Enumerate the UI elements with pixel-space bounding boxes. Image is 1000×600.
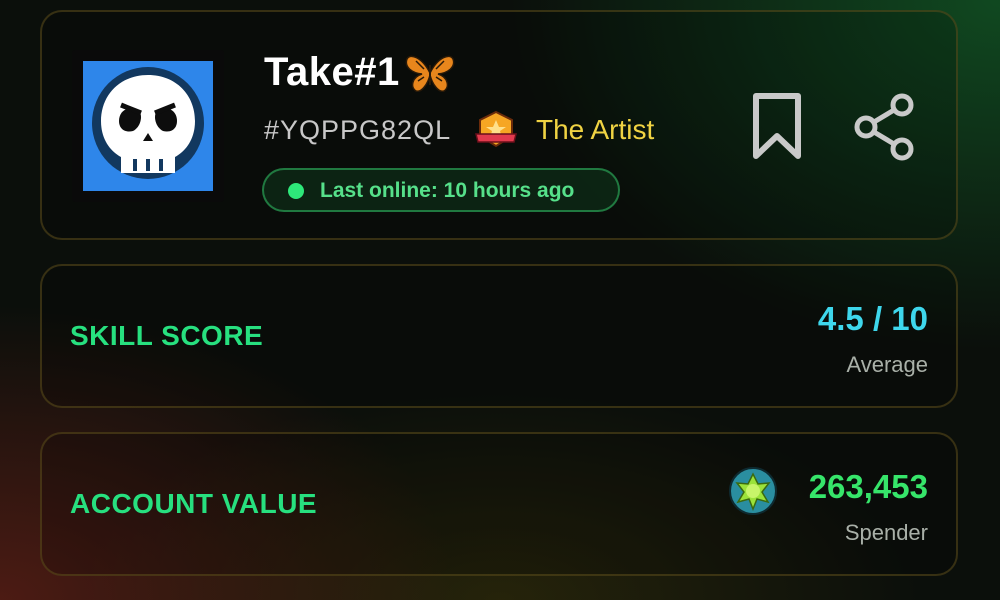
account-value-label: ACCOUNT VALUE <box>70 488 318 519</box>
last-online-badge: Last online: 10 hours ago <box>262 168 620 212</box>
gem-icon <box>729 467 777 515</box>
skill-score-value: 4.5 / 10 <box>817 300 928 337</box>
player-title: The Artist <box>536 114 655 145</box>
account-value-tier: Spender <box>844 520 928 545</box>
skull-icon <box>92 67 204 179</box>
skill-score-card: SKILL SCORE 4.5 / 10 Average <box>40 264 958 408</box>
player-tag: #YQPPG82QL <box>264 115 452 145</box>
share-icon[interactable] <box>852 92 916 162</box>
account-value-card: ACCOUNT VALUE 263,453 Spender <box>40 432 958 576</box>
online-status-dot <box>288 183 304 199</box>
avatar <box>72 50 224 202</box>
skill-score-label: SKILL SCORE <box>70 320 264 351</box>
player-name-text: Take#1 <box>264 50 400 94</box>
player-name: Take#1 <box>264 50 456 95</box>
butterfly-icon <box>405 55 455 92</box>
skill-score-rating: Average <box>846 352 928 377</box>
title-badge-icon <box>475 110 517 148</box>
profile-card: Take#1 #YQPPG82QL The Artist Last online… <box>40 10 958 240</box>
avatar-background <box>83 61 213 191</box>
account-value-amount: 263,453 <box>808 468 928 505</box>
last-online-text: Last online: 10 hours ago <box>320 179 575 202</box>
bookmark-icon[interactable] <box>752 92 802 160</box>
